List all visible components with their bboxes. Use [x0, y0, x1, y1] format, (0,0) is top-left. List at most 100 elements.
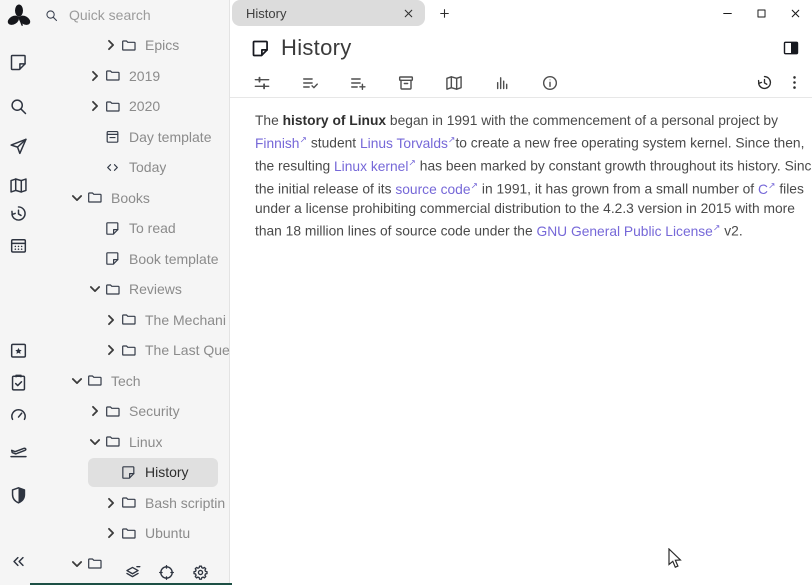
chevron-down-icon[interactable]	[68, 372, 86, 390]
folder-icon	[120, 311, 137, 328]
note-content[interactable]: The history of Linux began in 1991 with …	[230, 98, 812, 241]
search-icon	[44, 8, 59, 23]
folder-icon	[120, 342, 137, 359]
tree-item-the-mechani[interactable]: The Mechani	[38, 305, 230, 336]
minimize-button[interactable]	[721, 7, 734, 20]
tree-item-label: The Last Que	[145, 342, 230, 358]
shield-icon[interactable]	[8, 485, 29, 506]
launcher-rail	[0, 0, 38, 585]
content-link[interactable]: Linus Torvalds↗	[360, 136, 456, 151]
tab-history[interactable]: History	[232, 0, 425, 26]
tree-item-security[interactable]: Security	[38, 396, 230, 427]
chevron-right-icon[interactable]	[102, 341, 120, 359]
note-icon	[120, 464, 137, 481]
trilium-logo-icon[interactable]	[4, 2, 34, 32]
content-link[interactable]: Linux kernel↗	[334, 159, 416, 174]
split-pane-icon[interactable]	[781, 38, 801, 58]
chevron-down-icon[interactable]	[68, 555, 86, 573]
note-tree-panel: Quick search Epics 2019 2020Day template To…	[38, 0, 230, 585]
archive-icon[interactable]	[396, 73, 416, 93]
clock-history-icon[interactable]	[8, 203, 29, 224]
tree-item-day-template[interactable]: Day template	[38, 122, 230, 153]
tree-item-2020[interactable]: 2020	[38, 91, 230, 122]
chevron-right-icon[interactable]	[102, 36, 120, 54]
tree-item-today[interactable]: Today	[38, 152, 230, 183]
plane-icon[interactable]	[8, 440, 29, 461]
tree-item-ubuntu[interactable]: Ubuntu	[38, 518, 230, 549]
content-link[interactable]: Finnish↗	[255, 136, 307, 151]
chevron-right-icon[interactable]	[102, 311, 120, 329]
chevrons-left-icon[interactable]	[8, 551, 29, 572]
external-link-arrow-icon: ↗	[471, 180, 479, 190]
content-link[interactable]: source code↗	[395, 182, 478, 197]
tree-item-label: History	[145, 464, 189, 480]
tree-item-label: Epics	[145, 37, 179, 53]
tree-item-to-read[interactable]: To read	[38, 213, 230, 244]
bar-chart-icon[interactable]	[492, 73, 512, 93]
note-header: History	[230, 28, 812, 68]
tree-item-2019[interactable]: 2019	[38, 61, 230, 92]
new-tab-button[interactable]	[432, 1, 456, 25]
calendar-icon[interactable]	[8, 235, 29, 256]
tree-item-label: Today	[129, 159, 166, 175]
tree-item-tech[interactable]: Tech	[38, 366, 230, 397]
tree-item-history[interactable]: History	[38, 457, 230, 488]
chevron-down-icon[interactable]	[86, 280, 104, 298]
folder-icon	[104, 281, 121, 298]
tab-close-icon[interactable]	[402, 7, 415, 20]
book-icon[interactable]	[444, 73, 464, 93]
folder-icon	[104, 67, 121, 84]
kebab-icon[interactable]	[785, 73, 804, 92]
tree-item-books[interactable]: Books	[38, 183, 230, 214]
tree-item-the-last-que[interactable]: The Last Que	[38, 335, 230, 366]
content-bold-text: history of Linux	[283, 113, 386, 128]
maximize-button[interactable]	[755, 7, 768, 20]
tree-item-book-template[interactable]: Book template	[38, 244, 230, 275]
chevron-down-icon[interactable]	[68, 189, 86, 207]
book-icon[interactable]	[8, 175, 29, 196]
quick-search-input[interactable]: Quick search	[38, 0, 230, 30]
calendar-star-icon[interactable]	[8, 340, 29, 361]
search-icon[interactable]	[8, 96, 29, 117]
chevron-right-icon[interactable]	[86, 97, 104, 115]
gear-icon[interactable]	[191, 563, 210, 582]
note-title[interactable]: History	[281, 35, 352, 61]
sliders-icon[interactable]	[252, 73, 272, 93]
content-text: in 1991, it has grown from a small numbe…	[478, 182, 758, 197]
tree-item-label: 2019	[129, 68, 160, 84]
app-window: Quick search Epics 2019 2020Day template To…	[0, 0, 812, 585]
content-link[interactable]: C↗	[758, 182, 776, 197]
close-window-button[interactable]	[789, 7, 802, 20]
chevron-right-icon[interactable]	[86, 67, 104, 85]
list-plus-icon[interactable]	[348, 73, 368, 93]
tree-item-reviews[interactable]: Reviews	[38, 274, 230, 305]
tree-footer-actions	[123, 563, 210, 582]
tab-bar: History	[230, 0, 812, 26]
chevron-down-icon[interactable]	[86, 433, 104, 451]
tree-item-linux[interactable]: Linux	[38, 427, 230, 458]
tree-item-bash-scriptin[interactable]: Bash scriptin	[38, 488, 230, 519]
quick-search-placeholder: Quick search	[69, 7, 151, 23]
info-icon[interactable]	[540, 73, 560, 93]
note-toolbar	[230, 68, 812, 98]
layers-minus-icon[interactable]	[123, 563, 142, 582]
tree-item-label: Reviews	[129, 281, 182, 297]
window-controls	[721, 0, 802, 26]
target-icon[interactable]	[157, 563, 176, 582]
list-check-icon[interactable]	[300, 73, 320, 93]
chevron-right-icon[interactable]	[102, 524, 120, 542]
folder-icon	[104, 433, 121, 450]
tree-item-label: Bash scriptin	[145, 495, 225, 511]
chevron-right-icon[interactable]	[102, 494, 120, 512]
tree-item-epics[interactable]: Epics	[38, 30, 230, 61]
gauge-icon[interactable]	[8, 405, 29, 426]
clipboard-check-icon[interactable]	[8, 372, 29, 393]
folder-icon	[120, 525, 137, 542]
chevron-right-icon[interactable]	[86, 402, 104, 420]
content-link[interactable]: GNU General Public License↗	[536, 224, 720, 239]
left-panel: Quick search Epics 2019 2020Day template To…	[0, 0, 230, 585]
clock-history-icon[interactable]	[755, 73, 774, 92]
send-icon[interactable]	[8, 136, 29, 157]
note-icon	[104, 250, 121, 267]
note-icon[interactable]	[8, 52, 29, 73]
